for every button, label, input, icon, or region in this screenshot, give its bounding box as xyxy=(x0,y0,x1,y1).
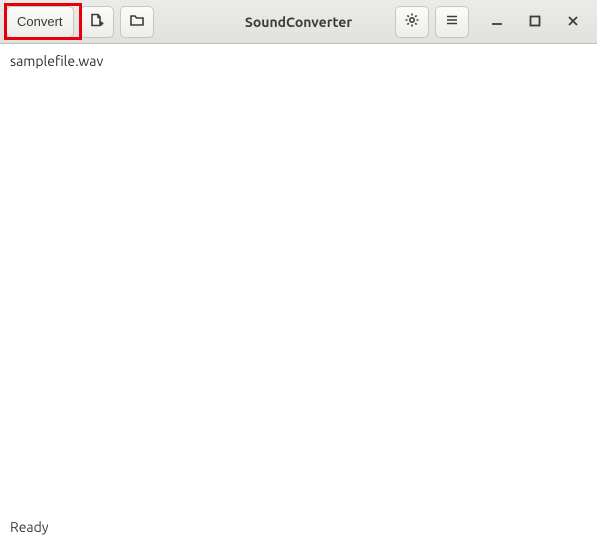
titlebar: SoundConverter Convert xyxy=(0,0,597,44)
folder-icon xyxy=(129,12,145,31)
app-window: SoundConverter Convert xyxy=(0,0,597,542)
settings-button[interactable] xyxy=(395,6,429,38)
file-list[interactable]: samplefile.wav xyxy=(0,44,597,512)
maximize-button[interactable] xyxy=(523,10,547,34)
gear-icon xyxy=(404,12,420,31)
add-file-icon xyxy=(89,12,105,31)
hamburger-icon xyxy=(444,12,460,31)
file-item[interactable]: samplefile.wav xyxy=(10,52,587,72)
convert-button[interactable]: Convert xyxy=(6,6,74,38)
toolbar-right xyxy=(395,6,469,38)
app-title: SoundConverter xyxy=(245,14,352,30)
menu-button[interactable] xyxy=(435,6,469,38)
add-folder-button[interactable] xyxy=(120,6,154,38)
add-file-button[interactable] xyxy=(80,6,114,38)
status-text: Ready xyxy=(10,519,49,535)
maximize-icon xyxy=(529,13,541,31)
toolbar-left: Convert xyxy=(6,6,154,38)
minimize-icon xyxy=(491,13,503,31)
minimize-button[interactable] xyxy=(485,10,509,34)
window-controls xyxy=(475,10,591,34)
close-icon xyxy=(567,13,579,31)
statusbar: Ready xyxy=(0,512,597,542)
close-button[interactable] xyxy=(561,10,585,34)
